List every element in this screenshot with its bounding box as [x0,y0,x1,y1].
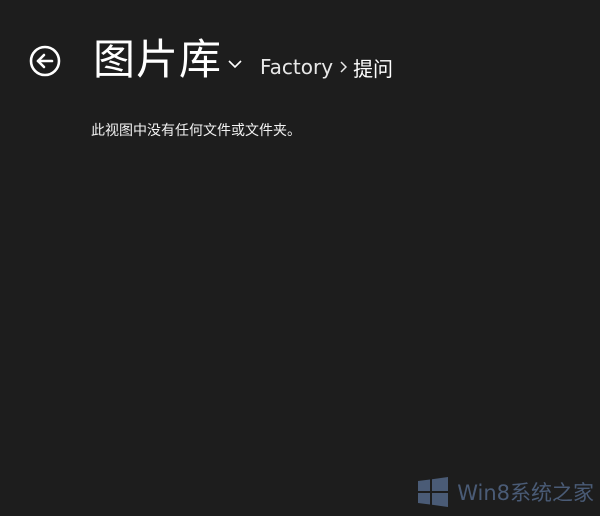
chevron-right-icon [340,61,348,73]
watermark-text: Win8系统之家 [457,481,594,505]
breadcrumb-item-factory[interactable]: Factory [260,55,333,79]
back-button[interactable] [29,45,61,77]
empty-folder-message: 此视图中没有任何文件或文件夹。 [91,123,301,139]
chevron-down-icon [228,60,242,69]
windows-logo-icon [418,477,449,507]
back-arrow-circle-icon [29,45,61,77]
library-page: 图片库 Factory 提问 此视图中没有任何文件或文件夹。 Win8系统之家 [0,0,600,516]
library-title-dropdown[interactable]: 图片库 [93,32,242,88]
watermark: Win8系统之家 [417,476,594,508]
breadcrumb: Factory 提问 [260,52,393,82]
page-title: 图片库 [93,35,223,84]
breadcrumb-current: 提问 [353,56,394,81]
